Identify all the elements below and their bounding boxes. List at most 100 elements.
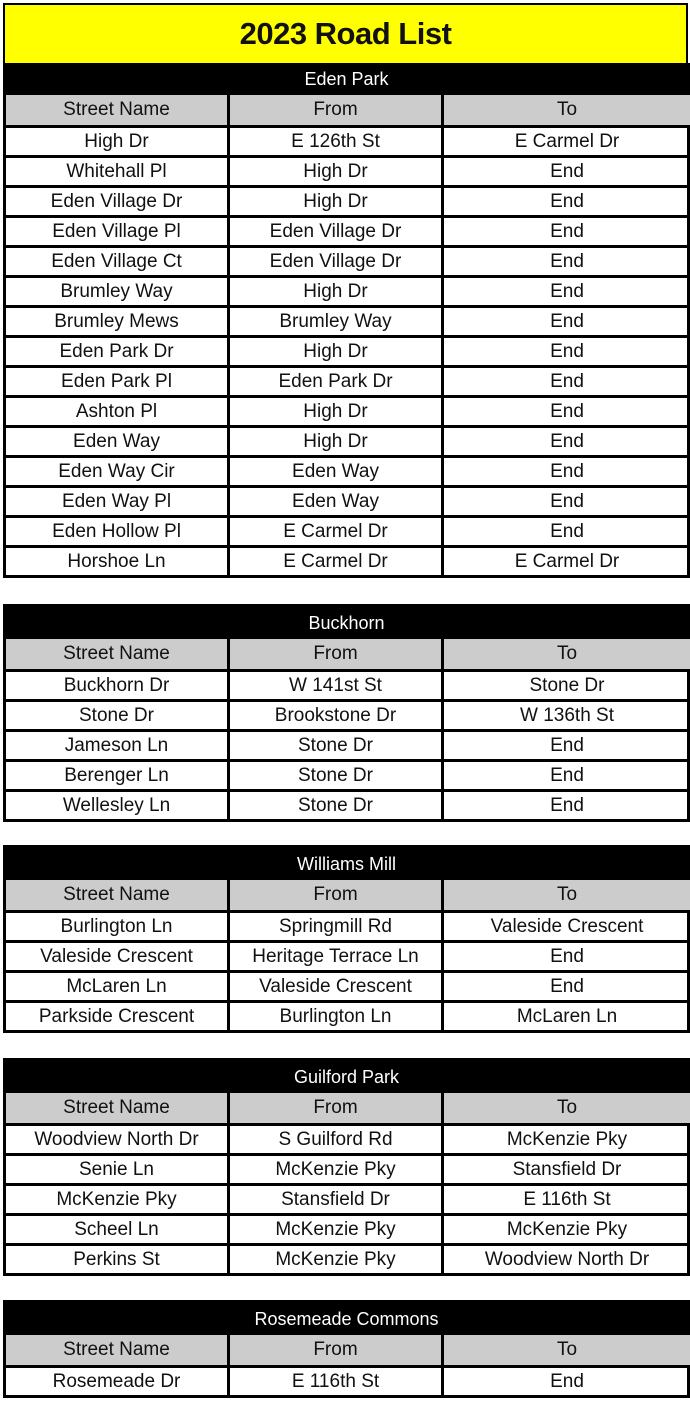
table-row: Horshoe Ln E Carmel Dr E Carmel Dr bbox=[6, 545, 687, 575]
to-cell: Woodview North Dr bbox=[484, 1248, 650, 1270]
table-row: Senie Ln McKenzie Pky Stansfield Dr bbox=[6, 1153, 687, 1183]
to-cell: End bbox=[550, 280, 584, 302]
section-table-eden-park: Eden Park Street Name From To High Dr E 126th… bbox=[3, 63, 690, 578]
table-row: Eden Hollow Pl E Carmel Dr End bbox=[6, 515, 687, 545]
table-row: Scheel Ln McKenzie Pky McKenzie Pky bbox=[6, 1213, 687, 1243]
table-row: Rosemeade Dr E 116th St End bbox=[6, 1365, 687, 1395]
table-row: Woodview North Dr S Guilford Rd McKenzie P… bbox=[6, 1123, 687, 1153]
column-header-row: Street Name From To bbox=[6, 639, 690, 669]
to-header: To bbox=[444, 639, 690, 669]
to-cell: W 136th St bbox=[520, 704, 614, 726]
street-name-cell: Brumley Way bbox=[6, 278, 230, 305]
table-row: High Dr E 126th St E Carmel Dr bbox=[6, 125, 687, 155]
to-cell: Stone Dr bbox=[529, 674, 605, 696]
to-header: To bbox=[444, 880, 690, 910]
street-name-cell: McKenzie Pky bbox=[6, 1186, 230, 1213]
table-row: Eden Way Cir Eden Way End bbox=[6, 455, 687, 485]
to-cell: End bbox=[550, 764, 584, 786]
street-name-cell: Eden Park Dr bbox=[6, 338, 230, 365]
street-name-cell: Woodview North Dr bbox=[6, 1126, 230, 1153]
table-row: Burlington Ln Springmill Rd Valeside Cresc… bbox=[6, 910, 687, 940]
street-name-cell: Eden Hollow Pl bbox=[6, 518, 230, 545]
table-row: Eden Village Dr High Dr End bbox=[6, 185, 687, 215]
table-row: Stone Dr Brookstone Dr W 136th St bbox=[6, 699, 687, 729]
street-name-header: Street Name bbox=[6, 639, 230, 669]
from-cell: E Carmel Dr bbox=[230, 548, 444, 575]
from-cell: Brumley Way bbox=[230, 308, 444, 335]
table-row: Eden Park Dr High Dr End bbox=[6, 335, 687, 365]
to-cell: E 116th St bbox=[523, 1188, 611, 1210]
column-header-row: Street Name From To bbox=[6, 880, 690, 910]
from-cell: McKenzie Pky bbox=[230, 1156, 444, 1183]
section-table-guilford-park: Guilford Park Street Name From To Woodview N… bbox=[3, 1058, 690, 1276]
street-name-cell: Senie Ln bbox=[6, 1156, 230, 1183]
to-cell: End bbox=[550, 400, 584, 422]
table-row: Perkins St McKenzie Pky Woodview North Dr bbox=[6, 1243, 687, 1273]
section-header: Eden Park bbox=[6, 63, 687, 95]
from-header: From bbox=[230, 1093, 444, 1123]
from-header: From bbox=[230, 1335, 444, 1365]
street-name-cell: Eden Way Cir bbox=[6, 458, 230, 485]
street-name-cell: Eden Village Ct bbox=[6, 248, 230, 275]
column-header-row: Street Name From To bbox=[6, 1335, 690, 1365]
from-cell: McKenzie Pky bbox=[230, 1216, 444, 1243]
to-cell: McKenzie Pky bbox=[506, 1128, 628, 1150]
from-cell: Heritage Terrace Ln bbox=[230, 943, 444, 970]
street-name-cell: Brumley Mews bbox=[6, 308, 230, 335]
from-cell: High Dr bbox=[230, 398, 444, 425]
street-name-header: Street Name bbox=[6, 880, 230, 910]
to-cell: End bbox=[550, 794, 584, 816]
to-cell: End bbox=[550, 734, 584, 756]
from-cell: Burlington Ln bbox=[230, 1003, 444, 1030]
to-cell: End bbox=[550, 190, 584, 212]
table-row: McLaren Ln Valeside Crescent End bbox=[6, 970, 687, 1000]
from-cell: Stone Dr bbox=[230, 762, 444, 789]
table-row: Wellesley Ln Stone Dr End bbox=[6, 789, 687, 819]
to-header: To bbox=[444, 1335, 690, 1365]
to-header: To bbox=[444, 95, 690, 125]
street-name-cell: Berenger Ln bbox=[6, 762, 230, 789]
to-header: To bbox=[444, 1093, 690, 1123]
street-name-cell: Burlington Ln bbox=[6, 913, 230, 940]
section-table-buckhorn: Buckhorn Street Name From To Buckhorn Dr W 14… bbox=[3, 604, 690, 822]
table-row: Eden Village Pl Eden Village Dr End bbox=[6, 215, 687, 245]
to-cell: McLaren Ln bbox=[516, 1005, 618, 1027]
table-row: Eden Park Pl Eden Park Dr End bbox=[6, 365, 687, 395]
from-cell: E Carmel Dr bbox=[230, 518, 444, 545]
from-cell: High Dr bbox=[230, 278, 444, 305]
to-cell: End bbox=[550, 370, 584, 392]
from-header: From bbox=[230, 639, 444, 669]
from-cell: Brookstone Dr bbox=[230, 702, 444, 729]
table-row: Berenger Ln Stone Dr End bbox=[6, 759, 687, 789]
street-name-cell: Whitehall Pl bbox=[6, 158, 230, 185]
section-table-rosemeade-commons: Rosemeade Commons Street Name From To Roseme… bbox=[3, 1300, 690, 1398]
to-cell: End bbox=[550, 160, 584, 182]
table-row: Eden Village Ct Eden Village Dr End bbox=[6, 245, 687, 275]
to-cell: End bbox=[550, 490, 584, 512]
from-cell: Eden Park Dr bbox=[230, 368, 444, 395]
street-name-header: Street Name bbox=[6, 1335, 230, 1365]
to-cell: Valeside Crescent bbox=[490, 915, 644, 937]
street-name-cell: Ashton Pl bbox=[6, 398, 230, 425]
from-cell: Eden Way bbox=[230, 488, 444, 515]
street-name-cell: McLaren Ln bbox=[6, 973, 230, 1000]
table-row: Jameson Ln Stone Dr End bbox=[6, 729, 687, 759]
table-row: McKenzie Pky Stansfield Dr E 116th St bbox=[6, 1183, 687, 1213]
street-name-cell: Eden Village Pl bbox=[6, 218, 230, 245]
table-row: Whitehall Pl High Dr End bbox=[6, 155, 687, 185]
street-name-cell: Rosemeade Dr bbox=[6, 1368, 230, 1395]
from-cell: High Dr bbox=[230, 338, 444, 365]
from-cell: High Dr bbox=[230, 188, 444, 215]
street-name-cell: Horshoe Ln bbox=[6, 548, 230, 575]
from-cell: Stansfield Dr bbox=[230, 1186, 444, 1213]
table-row: Ashton Pl High Dr End bbox=[6, 395, 687, 425]
table-row: Buckhorn Dr W 141st St Stone Dr bbox=[6, 669, 687, 699]
table-row: Brumley Mews Brumley Way End bbox=[6, 305, 687, 335]
to-cell: End bbox=[550, 520, 584, 542]
section-header: Guilford Park bbox=[6, 1058, 687, 1093]
from-cell: E 126th St bbox=[230, 128, 444, 155]
from-header: From bbox=[230, 95, 444, 125]
from-cell: Eden Way bbox=[230, 458, 444, 485]
to-cell: E Carmel Dr bbox=[514, 550, 620, 572]
to-cell: E Carmel Dr bbox=[514, 130, 620, 152]
